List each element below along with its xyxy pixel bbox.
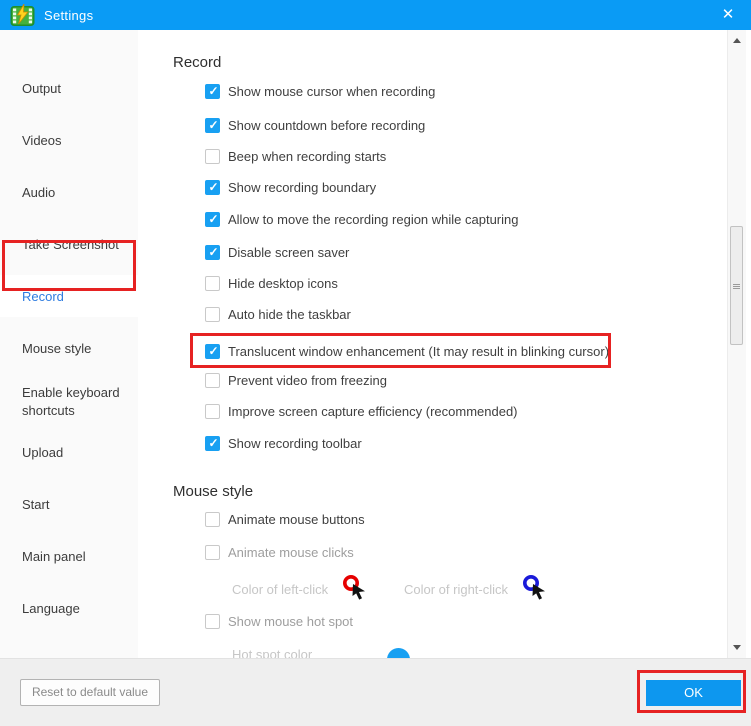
mouse-style-section-heading: Mouse style — [173, 483, 254, 500]
checkbox[interactable] — [205, 307, 220, 322]
sidebar-item-take-screenshot[interactable]: Take Screenshot — [22, 236, 130, 254]
sidebar-item-main-panel[interactable]: Main panel — [22, 548, 130, 566]
sidebar-item-upload[interactable]: Upload — [22, 444, 130, 462]
checkbox-label: Animate mouse buttons — [228, 512, 365, 527]
checkbox-label: Show mouse hot spot — [228, 614, 354, 629]
checkbox-row-translucent: Translucent window enhancement (It may r… — [205, 343, 609, 360]
sidebar-item-record[interactable]: Record — [22, 288, 130, 306]
checkbox[interactable] — [205, 344, 220, 359]
scrollbar-thumb[interactable] — [730, 226, 743, 345]
record-section-heading: Record — [173, 54, 222, 71]
checkbox-label: Disable screen saver — [228, 245, 350, 260]
app-logo-icon — [10, 3, 35, 26]
checkbox-label: Show mouse cursor when recording — [228, 84, 436, 99]
checkbox[interactable] — [205, 276, 220, 291]
checkbox[interactable] — [205, 180, 220, 195]
left-click-color-icon[interactable] — [342, 574, 368, 601]
checkbox[interactable] — [205, 212, 220, 227]
checkbox-label: Improve screen capture efficiency (recom… — [228, 404, 518, 419]
checkbox-row: Beep when recording starts — [205, 148, 386, 165]
sidebar-item-videos[interactable]: Videos — [22, 132, 130, 150]
sidebar-item-mouse-style[interactable]: Mouse style — [22, 340, 130, 358]
sidebar-item-start[interactable]: Start — [22, 496, 130, 514]
footer-bar: Reset to default value OK — [0, 658, 751, 726]
vertical-scrollbar[interactable] — [727, 30, 746, 658]
checkbox[interactable] — [205, 614, 220, 629]
sidebar-item-audio[interactable]: Audio — [22, 184, 130, 202]
checkbox-row: Show countdown before recording — [205, 117, 425, 134]
sidebar-item-language[interactable]: Language — [22, 600, 130, 618]
left-click-color-label: Color of left-click — [232, 582, 329, 597]
checkbox-label: Auto hide the taskbar — [228, 307, 351, 322]
checkbox-row: Hide desktop icons — [205, 275, 338, 292]
checkbox[interactable] — [205, 404, 220, 419]
checkbox-row: Show recording toolbar — [205, 435, 362, 452]
settings-window: Settings ✕ Output Videos Audio Take Scre… — [0, 0, 751, 726]
checkbox[interactable] — [205, 118, 220, 133]
sidebar-item-output[interactable]: Output — [22, 80, 130, 98]
checkbox[interactable] — [205, 245, 220, 260]
checkbox-label: Show recording toolbar — [228, 436, 362, 451]
checkbox-row: Show mouse hot spot — [205, 613, 353, 630]
checkbox-label: Allow to move the recording region while… — [228, 212, 519, 227]
checkbox-row: Disable screen saver — [205, 244, 349, 261]
checkbox[interactable] — [205, 149, 220, 164]
checkbox-row: Show mouse cursor when recording — [205, 83, 435, 100]
checkbox[interactable] — [205, 84, 220, 99]
checkbox-row: Allow to move the recording region while… — [205, 211, 519, 228]
checkbox-row: Prevent video from freezing — [205, 372, 387, 389]
checkbox-row: Improve screen capture efficiency (recom… — [205, 403, 518, 420]
checkbox-row: Animate mouse clicks — [205, 544, 354, 561]
ok-button[interactable]: OK — [646, 680, 741, 706]
sidebar: Output Videos Audio Take Screenshot Reco… — [0, 30, 138, 658]
checkbox-label: Show recording boundary — [228, 180, 377, 195]
checkbox-label: Beep when recording starts — [228, 149, 387, 164]
close-icon[interactable]: ✕ — [716, 4, 740, 26]
checkbox[interactable] — [205, 545, 220, 560]
right-click-color-icon[interactable] — [522, 574, 548, 601]
checkbox-row: Auto hide the taskbar — [205, 306, 351, 323]
checkbox-label: Translucent window enhancement (It may r… — [228, 344, 610, 359]
scrollbar-down-icon[interactable] — [733, 645, 741, 650]
settings-content: Record Show mouse cursor when recording … — [138, 30, 727, 671]
sidebar-item-enable-keyboard-shortcuts[interactable]: Enable keyboard shortcuts — [22, 384, 130, 420]
reset-to-default-button[interactable]: Reset to default value — [20, 679, 160, 706]
scrollbar-up-icon[interactable] — [733, 38, 741, 43]
checkbox[interactable] — [205, 512, 220, 527]
checkbox-label: Show countdown before recording — [228, 118, 426, 133]
right-click-color-label: Color of right-click — [404, 582, 509, 597]
checkbox[interactable] — [205, 436, 220, 451]
checkbox[interactable] — [205, 373, 220, 388]
checkbox-label: Hide desktop icons — [228, 276, 338, 291]
checkbox-label: Animate mouse clicks — [228, 545, 354, 560]
window-title: Settings — [44, 7, 94, 23]
checkbox-label: Prevent video from freezing — [228, 373, 387, 388]
checkbox-row: Show recording boundary — [205, 179, 376, 196]
checkbox-row: Animate mouse buttons — [205, 511, 365, 528]
titlebar: Settings ✕ — [0, 0, 751, 30]
scrollbar-grip-icon — [733, 284, 740, 289]
